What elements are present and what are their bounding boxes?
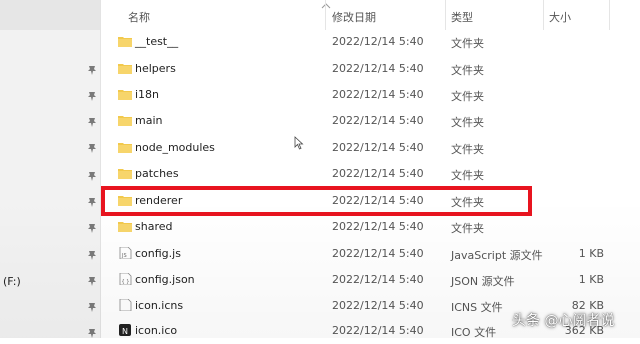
column-divider[interactable]: [609, 0, 610, 30]
file-row[interactable]: i18n 2022/12/14 5:40 文件夹: [101, 82, 640, 108]
pin-icon[interactable]: [86, 90, 98, 102]
file-name: helpers: [135, 62, 176, 75]
mouse-cursor-icon: [294, 136, 304, 150]
file-row[interactable]: shared 2022/12/14 5:40 文件夹: [101, 214, 640, 240]
file-size: 1 KB: [578, 247, 604, 260]
pin-icon[interactable]: [86, 64, 98, 76]
file-name: i18n: [135, 88, 160, 101]
highlight-box: [101, 186, 532, 216]
file-name: shared: [135, 220, 173, 233]
file-name: config.js: [135, 247, 181, 260]
file-name: icon.icns: [135, 299, 184, 312]
file-type: 文件夹: [451, 64, 484, 77]
column-name[interactable]: 名称: [128, 9, 150, 25]
file-size: 1 KB: [578, 273, 604, 286]
folder-icon: [118, 37, 132, 47]
pin-icon[interactable]: [86, 196, 98, 208]
column-type[interactable]: 类型: [451, 9, 473, 25]
file-name: __test__: [135, 35, 179, 48]
file-name: icon.ico: [135, 324, 178, 337]
nav-selected-item[interactable]: [0, 0, 100, 30]
folder-icon: [118, 222, 132, 232]
folder-icon: [118, 64, 132, 74]
pin-icon[interactable]: [86, 170, 98, 182]
svg-text:JS: JS: [121, 253, 127, 259]
column-divider[interactable]: [543, 0, 544, 30]
sort-ascending-icon: [321, 3, 331, 9]
ico-file-icon: N: [119, 324, 131, 336]
pin-icon[interactable]: [86, 275, 98, 287]
column-modified[interactable]: 修改日期: [332, 9, 376, 25]
column-header: 名称 修改日期 类型 大小: [101, 0, 640, 30]
file-name: patches: [135, 167, 179, 180]
svg-text:{ }: { }: [122, 279, 130, 285]
file-date: 2022/12/14 5:40: [332, 247, 424, 260]
file-row[interactable]: patches 2022/12/14 5:40 文件夹: [101, 161, 640, 187]
pin-icon[interactable]: [86, 301, 98, 313]
file-date: 2022/12/14 5:40: [332, 141, 424, 154]
file-name: main: [135, 114, 163, 127]
file-date: 2022/12/14 5:40: [332, 88, 424, 101]
file-row[interactable]: main 2022/12/14 5:40 文件夹: [101, 108, 640, 134]
file-type: ICNS 文件: [451, 301, 503, 314]
pin-icon[interactable]: [86, 327, 98, 339]
navigation-pane: (F:): [0, 0, 101, 338]
file-type: JSON 源文件: [451, 275, 515, 288]
file-row[interactable]: helpers 2022/12/14 5:40 文件夹: [101, 56, 640, 82]
folder-icon: [118, 143, 132, 153]
file-type: 文件夹: [451, 37, 484, 50]
file-icon: [119, 299, 132, 311]
file-type: 文件夹: [451, 169, 484, 182]
file-row[interactable]: __test__ 2022/12/14 5:40 文件夹: [101, 29, 640, 55]
file-date: 2022/12/14 5:40: [332, 167, 424, 180]
watermark: 头条 @心阅者说: [512, 313, 615, 329]
file-name: node_modules: [135, 141, 215, 154]
file-row[interactable]: node_modules 2022/12/14 5:40 文件夹: [101, 135, 640, 161]
folder-icon: [118, 90, 132, 100]
pin-icon[interactable]: [86, 222, 98, 234]
drive-f-label[interactable]: (F:): [3, 275, 21, 288]
file-date: 2022/12/14 5:40: [332, 114, 424, 127]
folder-icon: [118, 169, 132, 179]
file-type: 文件夹: [451, 116, 484, 129]
js-file-icon: JS: [119, 247, 132, 259]
file-row[interactable]: JS config.js 2022/12/14 5:40 JavaScript …: [101, 241, 640, 267]
svg-text:N: N: [122, 327, 128, 336]
file-row[interactable]: { } config.json 2022/12/14 5:40 JSON 源文件…: [101, 267, 640, 293]
column-size[interactable]: 大小: [549, 9, 571, 25]
file-date: 2022/12/14 5:40: [332, 220, 424, 233]
folder-icon: [118, 116, 132, 126]
column-divider[interactable]: [445, 0, 446, 30]
file-date: 2022/12/14 5:40: [332, 62, 424, 75]
file-name: config.json: [135, 273, 195, 286]
pin-icon[interactable]: [86, 116, 98, 128]
pin-icon[interactable]: [86, 142, 98, 154]
json-file-icon: { }: [119, 273, 132, 285]
file-type: JavaScript 源文件: [451, 249, 543, 262]
file-date: 2022/12/14 5:40: [332, 35, 424, 48]
file-type: 文件夹: [451, 143, 484, 156]
column-divider[interactable]: [325, 0, 326, 30]
file-type: 文件夹: [451, 90, 484, 103]
file-date: 2022/12/14 5:40: [332, 324, 424, 337]
pin-icon[interactable]: [86, 249, 98, 261]
file-date: 2022/12/14 5:40: [332, 273, 424, 286]
file-date: 2022/12/14 5:40: [332, 299, 424, 312]
file-type: 文件夹: [451, 222, 484, 235]
